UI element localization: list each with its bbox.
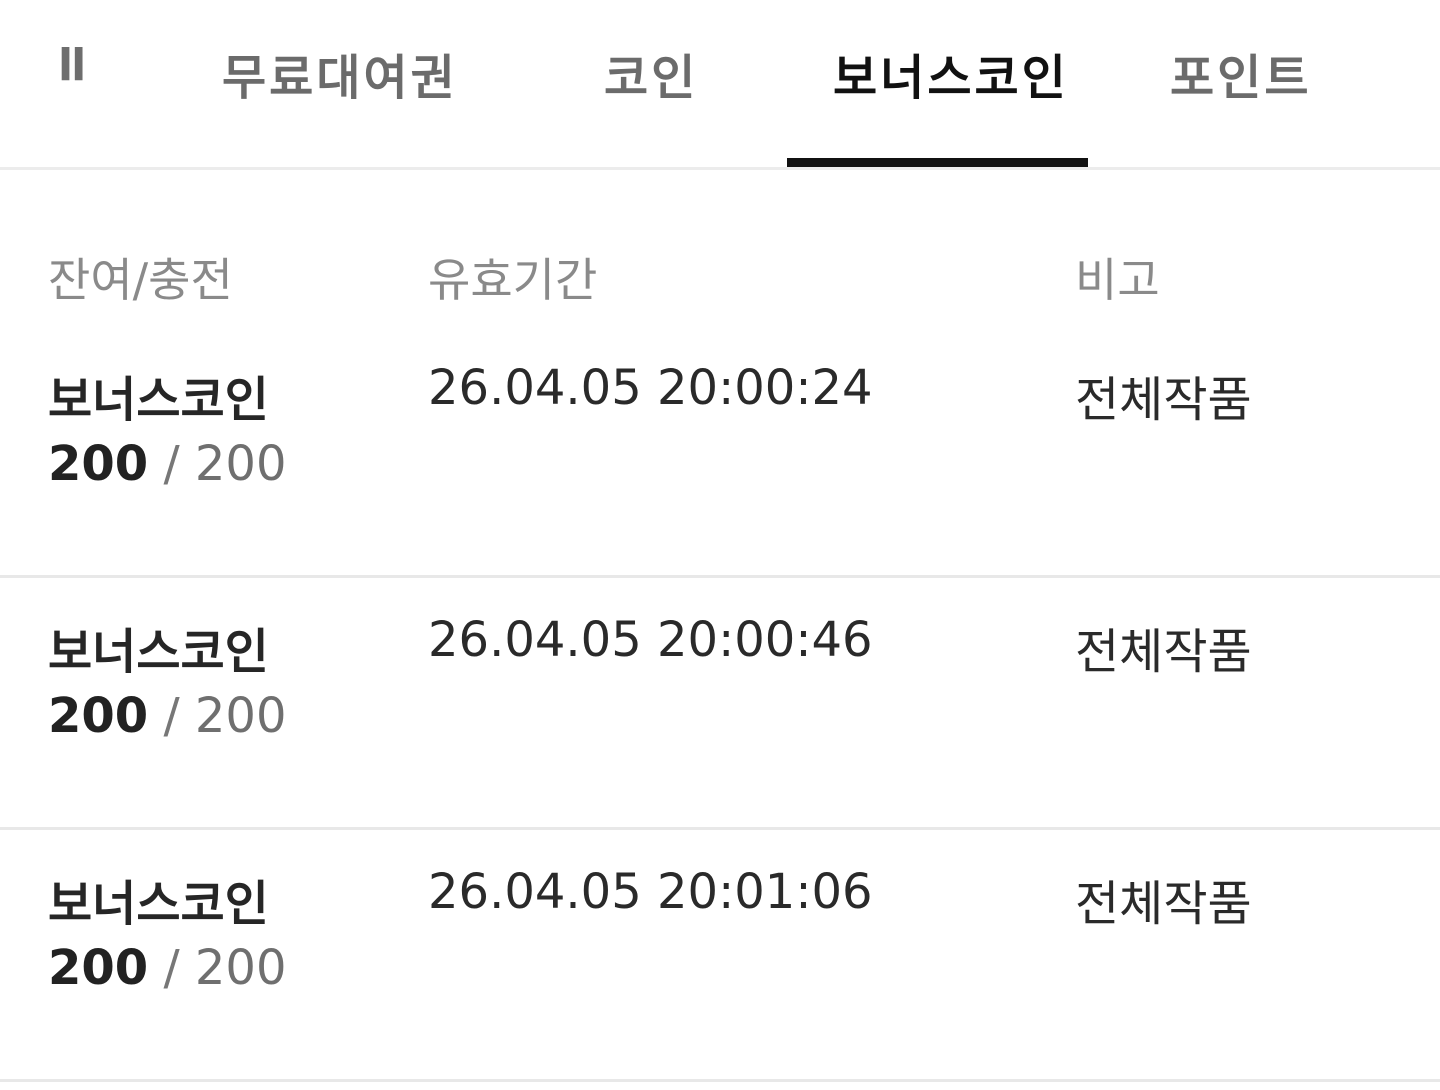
charged-amount: 200 [194,688,287,744]
remaining-amount: 200 [48,688,149,744]
expiry-date: 26.04.05 20:01:06 [428,864,873,920]
header-expiry: 유효기간 [428,253,598,307]
amount-separator: / [148,940,195,996]
expiry-date: 26.04.05 20:00:46 [428,612,873,668]
tab-free-rental-ticket[interactable]: 무료대여권 [222,38,458,108]
active-tab-indicator [787,158,1088,167]
tab-bonus-coin[interactable]: 보너스코인 [833,38,1069,108]
expiry-date: 26.04.05 20:00:24 [428,360,873,416]
amount-separator: / [148,436,195,492]
amount-separator: / [148,688,195,744]
coin-amount: 200 / 200 [48,940,287,996]
remaining-amount: 200 [48,436,149,492]
charged-amount: 200 [194,436,287,492]
remaining-amount: 200 [48,940,149,996]
coin-type: 보너스코인 [48,372,269,428]
tab-truncated[interactable]: ll [58,40,86,91]
note: 전체작품 [1075,876,1252,932]
table-row: 보너스코인 200 / 200 26.04.05 20:01:06 전체작품 [0,830,1440,1082]
tab-point[interactable]: 포인트 [1170,38,1311,108]
coin-type: 보너스코인 [48,876,269,932]
coin-amount: 200 / 200 [48,688,287,744]
table-row: 보너스코인 200 / 200 26.04.05 20:00:24 전체작품 [0,326,1440,578]
tab-bar: ll 무료대여권 코인 보너스코인 포인트 [0,0,1440,170]
coin-type: 보너스코인 [48,624,269,680]
table-row: 보너스코인 200 / 200 26.04.05 20:00:46 전체작품 [0,578,1440,830]
tab-coin[interactable]: 코인 [604,38,698,108]
charged-amount: 200 [194,940,287,996]
header-remaining-charged: 잔여/충전 [48,253,233,307]
note: 전체작품 [1075,624,1252,680]
coin-amount: 200 / 200 [48,436,287,492]
note: 전체작품 [1075,372,1252,428]
header-note: 비고 [1075,253,1160,307]
